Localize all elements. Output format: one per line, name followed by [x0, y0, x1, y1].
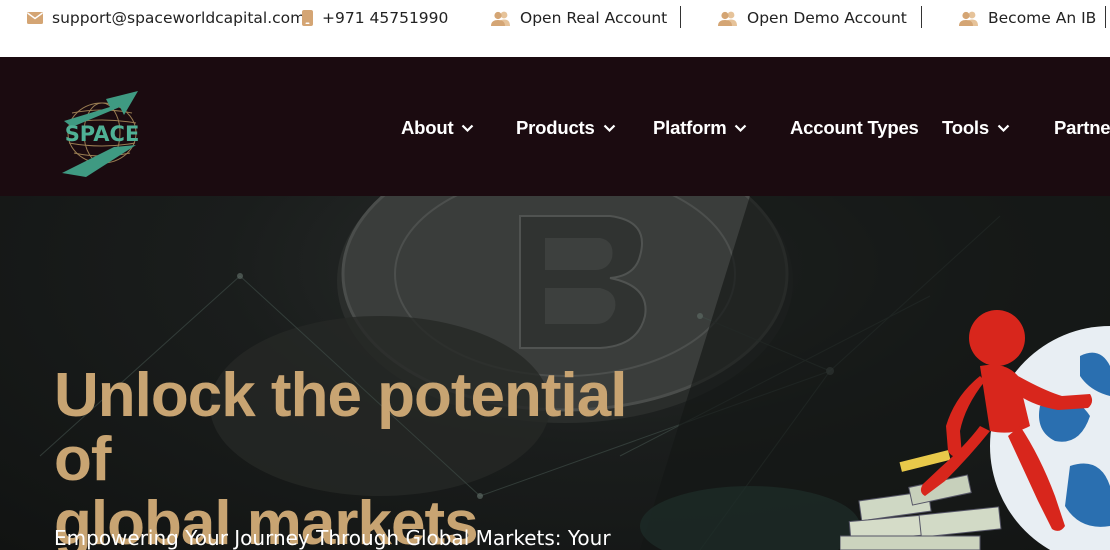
- running-figure-globe-illustration: [840, 310, 1110, 550]
- email-contact[interactable]: support@spaceworldcapital.com: [27, 0, 305, 36]
- nav-account-types[interactable]: Account Types: [790, 117, 919, 139]
- topbar-divider: [921, 6, 922, 28]
- hero-title: Unlock the potential of global markets: [54, 364, 694, 550]
- logo-text: SPACE: [65, 122, 140, 146]
- chevron-down-icon: [997, 124, 1010, 132]
- hero-section: Unlock the potential of global markets E…: [0, 196, 1110, 550]
- open-real-account-link[interactable]: Open Real Account: [491, 0, 667, 36]
- chevron-down-icon: [735, 124, 747, 132]
- nav-about-label[interactable]: About: [401, 117, 454, 139]
- nav-platform[interactable]: Platform: [653, 117, 747, 139]
- chevron-down-icon: [462, 124, 474, 132]
- hero-subtitle: Empowering Your Journey Through Global M…: [54, 526, 611, 550]
- nav-partner[interactable]: Partner: [1054, 117, 1110, 139]
- logo-icon: SPACE: [62, 91, 140, 177]
- nav-account-types-label[interactable]: Account Types: [790, 117, 919, 139]
- topbar-divider: [680, 6, 681, 28]
- nav-platform-label[interactable]: Platform: [653, 117, 727, 139]
- open-real-account-label[interactable]: Open Real Account: [520, 9, 667, 27]
- hero-title-line-1: Unlock the potential of: [54, 361, 627, 494]
- nav-products[interactable]: Products: [516, 117, 616, 139]
- users-icon: [718, 11, 737, 26]
- nav-partner-label[interactable]: Partner: [1054, 117, 1110, 139]
- phone-icon: [302, 10, 313, 26]
- users-icon: [959, 11, 978, 26]
- top-contact-bar: support@spaceworldcapital.com +971 45751…: [0, 0, 1110, 57]
- become-an-ib-label[interactable]: Become An IB: [988, 9, 1096, 27]
- nav-about[interactable]: About: [401, 117, 474, 139]
- phone-contact[interactable]: +971 45751990: [302, 0, 448, 36]
- nav-products-label[interactable]: Products: [516, 117, 595, 139]
- main-navigation: SPACE About Products Platform Account Ty…: [0, 57, 1110, 196]
- envelope-icon: [27, 12, 43, 24]
- open-demo-account-link[interactable]: Open Demo Account: [718, 0, 907, 36]
- money-stack-graphic: [840, 450, 1002, 550]
- chevron-down-icon: [603, 124, 615, 132]
- phone-text[interactable]: +971 45751990: [322, 9, 448, 27]
- space-logo[interactable]: SPACE: [50, 87, 154, 177]
- nav-tools-label[interactable]: Tools: [942, 117, 989, 139]
- become-an-ib-link[interactable]: Become An IB: [959, 0, 1096, 36]
- users-icon: [491, 11, 510, 26]
- open-demo-account-label[interactable]: Open Demo Account: [747, 9, 907, 27]
- nav-tools[interactable]: Tools: [942, 117, 1010, 139]
- email-text[interactable]: support@spaceworldcapital.com: [52, 9, 305, 27]
- topbar-divider: [1105, 6, 1106, 28]
